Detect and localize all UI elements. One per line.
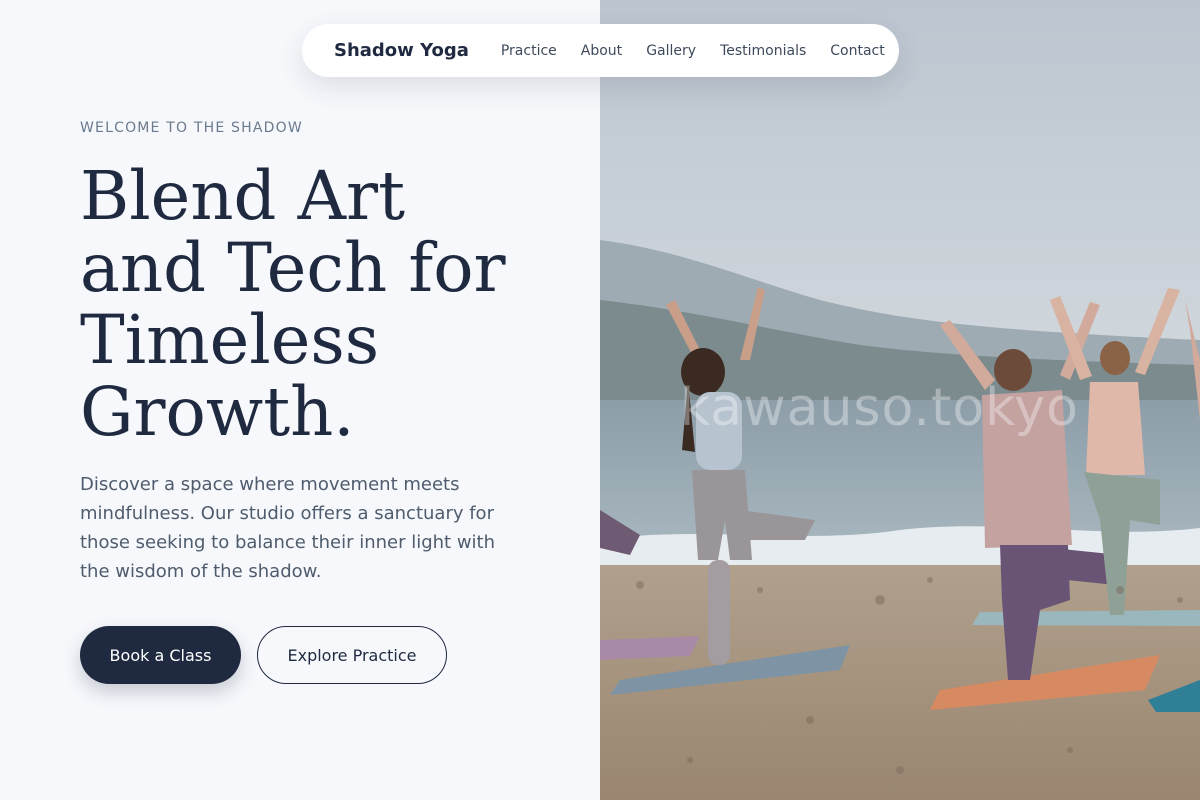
hero-eyebrow: WELCOME TO THE SHADOW <box>80 120 303 136</box>
image-watermark: kawauso.tokyo <box>680 378 1079 438</box>
explore-practice-button[interactable]: Explore Practice <box>257 626 447 684</box>
headline-line: Blend Art <box>80 157 405 235</box>
nav-link-about[interactable]: About <box>581 43 622 59</box>
hero-content: WELCOME TO THE SHADOW Blend Art and Tech… <box>0 0 600 800</box>
top-navigation: Shadow Yoga Practice About Gallery Testi… <box>302 24 899 77</box>
headline-line: Timeless <box>80 301 380 379</box>
nav-links: Practice About Gallery Testimonials Cont… <box>501 43 885 59</box>
hero-headline: Blend Art and Tech for Timeless Growth. <box>80 160 560 448</box>
hero-description: Discover a space where movement meets mi… <box>80 474 496 582</box>
nav-link-practice[interactable]: Practice <box>501 43 557 59</box>
nav-link-gallery[interactable]: Gallery <box>646 43 696 59</box>
nav-link-testimonials[interactable]: Testimonials <box>720 43 806 59</box>
book-class-button[interactable]: Book a Class <box>80 626 241 684</box>
brand-logo[interactable]: Shadow Yoga <box>334 40 469 61</box>
headline-line: and Tech for <box>80 229 506 307</box>
hero-photo: kawauso.tokyo <box>600 0 1200 800</box>
headline-line: Growth. <box>80 373 355 451</box>
nav-link-contact[interactable]: Contact <box>830 43 884 59</box>
